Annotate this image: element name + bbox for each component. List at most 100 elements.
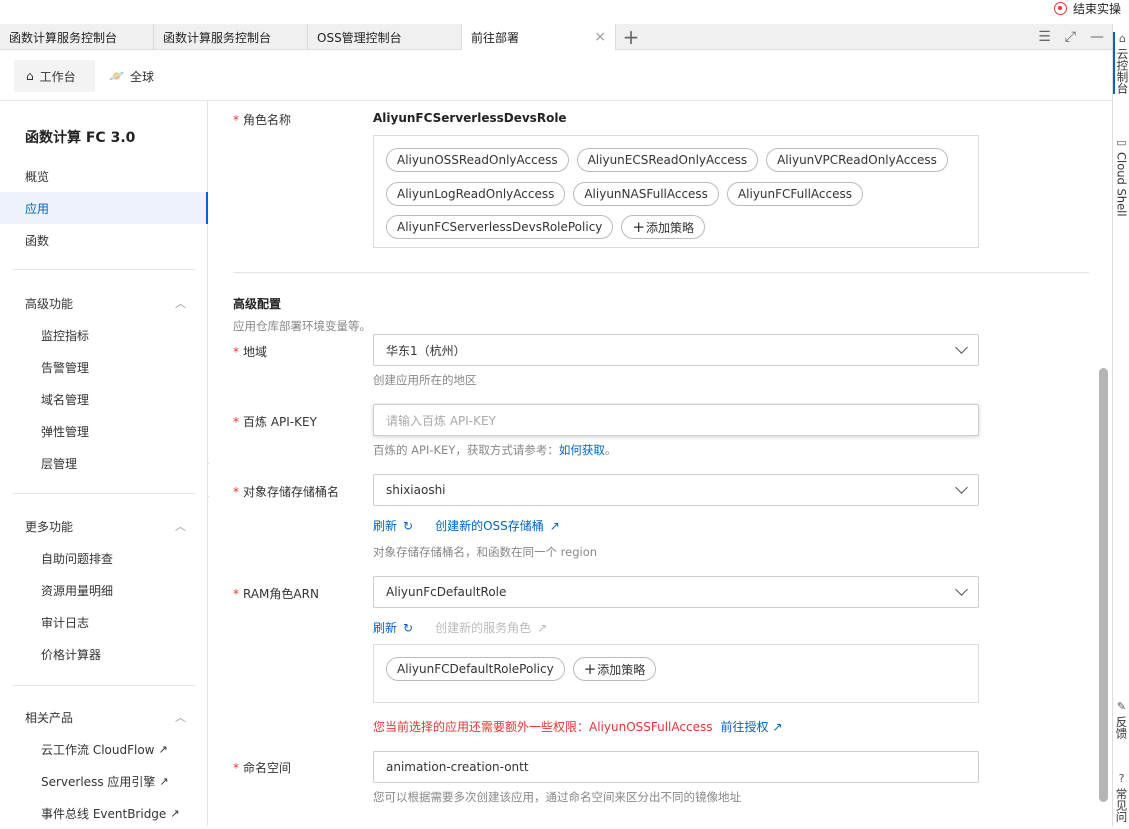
external-link-icon: ↗ [537, 621, 547, 635]
policy-chip: AliyunLogReadOnlyAccess [386, 182, 565, 206]
policy-chip: AliyunOSSReadOnlyAccess [386, 148, 569, 172]
group-title: 相关产品 [25, 709, 73, 726]
workbench-button[interactable]: ⌂ 工作台 [14, 60, 95, 92]
sidebar-item-metrics[interactable]: 监控指标 [0, 319, 208, 351]
namespace-label: *命名空间 [233, 759, 291, 776]
chevron-up-icon: ︿ [175, 295, 186, 311]
chevron-down-icon [955, 481, 968, 494]
group-title: 高级功能 [25, 295, 73, 312]
sidebar-item-eventbridge[interactable]: 事件总线 EventBridge↗ [0, 797, 208, 829]
sidebar-group-advanced[interactable]: 高级功能 ︿ [0, 287, 208, 319]
sidebar-item-label: 告警管理 [41, 359, 89, 376]
ram-refresh-link[interactable]: 刷新↻ [373, 619, 413, 636]
menu-icon[interactable]: ☰ [1038, 29, 1051, 45]
cloud-console-tab[interactable]: ⌂ 云控制台 [1113, 32, 1129, 94]
tab-label: 函数计算服务控制台 [163, 29, 271, 46]
home-icon: ⌂ [26, 69, 34, 83]
right-toolbar: ⌂ 云控制台 ▭ Cloud Shell ✎ 反馈 ? 常见问 [1112, 24, 1129, 826]
sidebar-item-elastic[interactable]: 弹性管理 [0, 415, 208, 447]
sidebar-item-label: 域名管理 [41, 391, 89, 408]
scrollbar[interactable] [1096, 101, 1112, 826]
end-experiment-button[interactable]: 结束实操 [1054, 0, 1121, 16]
bucket-select[interactable]: shixiaoshi [373, 474, 979, 506]
ram-select[interactable]: AliyunFcDefaultRole [373, 576, 979, 608]
divider [13, 685, 195, 686]
global-label: 全球 [130, 68, 154, 85]
sidebar-item-functions[interactable]: 函数 [0, 224, 208, 256]
tab-deploy[interactable]: 前往部署 × [462, 24, 616, 50]
api-key-input[interactable]: 请输入百炼 API-KEY [373, 404, 979, 436]
console-nav: ⌂ 工作台 🪐 全球 [0, 51, 1112, 101]
minimize-icon[interactable]: — [1090, 29, 1104, 45]
sidebar-item-applications[interactable]: 应用 [0, 192, 208, 224]
create-service-role-link: 创建新的服务角色↗ [435, 619, 547, 636]
bucket-refresh-link[interactable]: 刷新↻ [373, 517, 413, 534]
faq-label: 常见问 [1115, 788, 1129, 823]
sidebar-item-usage[interactable]: 资源用量明细 [0, 574, 208, 606]
role-policy-box: AliyunOSSReadOnlyAccess AliyunECSReadOnl… [373, 135, 979, 248]
bucket-label: *对象存储存储桶名 [233, 483, 339, 500]
tab-fc-console-1[interactable]: 函数计算服务控制台 [0, 24, 154, 50]
api-key-placeholder: 请输入百炼 API-KEY [386, 412, 496, 429]
sidebar-item-label: 弹性管理 [41, 423, 89, 440]
sidebar-item-label: 事件总线 EventBridge [41, 805, 166, 822]
sidebar-item-cloudflow[interactable]: 云工作流 CloudFlow↗ [0, 733, 208, 765]
region-select[interactable]: 华东1（杭州） [373, 334, 979, 366]
chevron-down-icon [955, 341, 968, 354]
scrollbar-thumb[interactable] [1099, 368, 1108, 802]
record-stop-icon [1054, 2, 1067, 15]
region-label: *地域 [233, 343, 267, 360]
feedback-tab[interactable]: ✎ 反馈 [1113, 700, 1129, 739]
namespace-input[interactable]: animation-creation-ontt [373, 751, 979, 783]
sidebar-item-alerts[interactable]: 告警管理 [0, 351, 208, 383]
bucket-value: shixiaoshi [386, 483, 446, 497]
workbench-label: 工作台 [40, 68, 76, 85]
create-bucket-link[interactable]: 创建新的OSS存储桶↗ [435, 517, 560, 534]
sidebar-item-label: 层管理 [41, 455, 77, 472]
go-authorize-link[interactable]: 前往授权 ↗ [720, 718, 782, 735]
sidebar-item-sae[interactable]: Serverless 应用引擎↗ [0, 765, 208, 797]
external-link-icon: ↗ [772, 720, 782, 734]
ram-actions: 刷新↻ 创建新的服务角色↗ [373, 619, 547, 636]
add-ram-policy-button[interactable]: 添加策略 [573, 657, 657, 681]
sidebar-item-domains[interactable]: 域名管理 [0, 383, 208, 415]
expand-icon[interactable]: ⤢ [1065, 29, 1076, 45]
chevron-up-icon: ︿ [175, 518, 186, 534]
role-name-label: *角色名称 [233, 111, 291, 128]
namespace-hint: 您可以根据需要多次创建该应用，通过命名空间来区分出不同的镜像地址 [373, 789, 741, 805]
sidebar-item-overview[interactable]: 概览 [0, 160, 208, 192]
cloud-console-label: 云控制台 [1116, 48, 1129, 94]
chevron-up-icon: ︿ [175, 709, 186, 725]
sidebar-item-layers[interactable]: 层管理 [0, 447, 208, 479]
tab-oss-console[interactable]: OSS管理控制台 [308, 24, 462, 50]
tab-label: OSS管理控制台 [317, 29, 402, 46]
policy-chip: AliyunFCServerlessDevsRolePolicy [386, 215, 613, 239]
close-icon[interactable]: × [594, 29, 606, 45]
ram-value: AliyunFcDefaultRole [386, 585, 506, 599]
tab-fc-console-2[interactable]: 函数计算服务控制台 [154, 24, 308, 50]
section-divider [233, 272, 1089, 273]
sidebar-item-audit[interactable]: 审计日志 [0, 606, 208, 638]
sidebar-item-pricing[interactable]: 价格计算器 [0, 638, 208, 670]
sidebar-item-label: 函数 [25, 232, 49, 249]
sidebar-item-label: 自助问题排查 [41, 550, 113, 567]
sidebar-item-label: 应用 [25, 200, 49, 217]
sidebar-item-troubleshoot[interactable]: 自助问题排查 [0, 542, 208, 574]
policy-chip: AliyunFCDefaultRolePolicy [386, 657, 565, 681]
tab-label: 前往部署 [471, 29, 519, 46]
permission-warning: 您当前选择的应用还需要额外一些权限：AliyunOSSFullAccess 前往… [373, 718, 782, 735]
sidebar-item-label: 价格计算器 [41, 646, 101, 663]
planet-icon: 🪐 [109, 69, 124, 83]
add-policy-button[interactable]: 添加策略 [621, 215, 705, 239]
chevron-down-icon [955, 583, 968, 596]
cloud-shell-tab[interactable]: ▭ Cloud Shell [1113, 136, 1129, 217]
faq-tab[interactable]: ? 常见问 [1113, 772, 1129, 823]
sidebar-group-more[interactable]: 更多功能︿ [0, 510, 208, 542]
policy-chip: AliyunECSReadOnlyAccess [577, 148, 759, 172]
bucket-actions: 刷新↻ 创建新的OSS存储桶↗ [373, 517, 560, 534]
new-tab-button[interactable]: + [616, 24, 646, 50]
global-region-button[interactable]: 🪐 全球 [97, 60, 166, 92]
advanced-config-desc: 应用仓库部署环境变量等。 [233, 318, 371, 334]
how-to-get-link[interactable]: 如何获取 [559, 443, 605, 457]
sidebar-group-related[interactable]: 相关产品 ︿ [0, 701, 208, 733]
